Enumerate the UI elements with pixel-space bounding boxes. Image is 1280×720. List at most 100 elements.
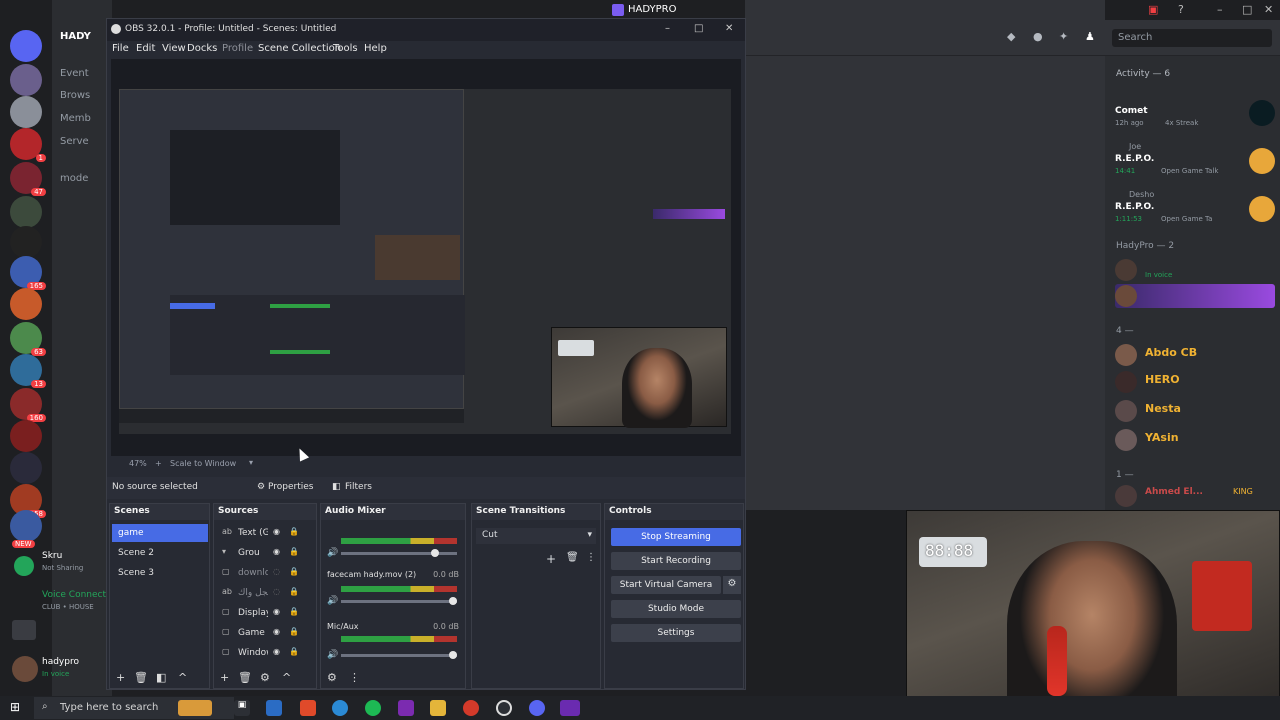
source-item[interactable]: abText (GD◉🔒 <box>216 524 316 542</box>
speaker-icon[interactable]: 🔊 <box>327 650 338 660</box>
start-recording-button[interactable]: Start Recording <box>611 552 741 570</box>
eye-icon[interactable]: ◉ <box>273 547 280 556</box>
menu-view[interactable]: View <box>162 43 186 54</box>
premiere-icon[interactable] <box>398 700 414 716</box>
menu-docks[interactable]: Docks <box>187 43 217 54</box>
trash-icon[interactable]: 🗑 <box>566 552 579 563</box>
volume-slider[interactable] <box>341 651 457 659</box>
source-item[interactable]: abسجل واك◌🔒 <box>216 584 316 602</box>
filter-icon[interactable]: ◧ <box>156 671 166 684</box>
brave-icon[interactable] <box>300 700 316 716</box>
gear-icon[interactable]: ⚙ <box>327 671 337 684</box>
chevron-up-icon[interactable]: ^ <box>178 671 187 684</box>
source-item[interactable]: ▢downloa◌🔒 <box>216 564 316 582</box>
channel-item[interactable]: Brows <box>60 90 90 101</box>
speaker-icon[interactable]: 🔊 <box>327 548 338 558</box>
studio-mode-button[interactable]: Studio Mode <box>611 600 741 618</box>
settings-button[interactable]: Settings <box>611 624 741 642</box>
eye-icon[interactable]: ◉ <box>273 647 280 656</box>
source-item[interactable]: ▢Game C◉🔒 <box>216 624 316 642</box>
server-icon[interactable]: 63 <box>10 322 46 356</box>
server-icon[interactable]: 47 <box>10 162 46 196</box>
file-explorer-icon[interactable] <box>430 700 446 716</box>
source-item[interactable]: ▢Display C◉🔒 <box>216 604 316 622</box>
server-icon[interactable] <box>10 196 42 228</box>
add-icon[interactable]: + <box>546 552 556 566</box>
filters-button[interactable]: Filters <box>345 482 372 492</box>
volume-knob[interactable] <box>449 651 457 659</box>
channel-item[interactable]: mode <box>60 173 88 184</box>
lock-icon[interactable]: 🔒 <box>289 547 299 556</box>
server-icon[interactable] <box>10 96 42 128</box>
volume-knob[interactable] <box>449 597 457 605</box>
properties-button[interactable]: Properties <box>268 482 313 492</box>
eye-hidden-icon[interactable]: ◌ <box>273 587 280 596</box>
menu-scene-collection[interactable]: Scene Collection <box>258 43 341 54</box>
chevron-up-icon[interactable]: ^ <box>282 671 291 684</box>
discord-taskbar-icon[interactable] <box>529 700 545 716</box>
volume-knob[interactable] <box>431 549 439 557</box>
stop-streaming-button[interactable]: Stop Streaming <box>611 528 741 546</box>
spotify-icon[interactable] <box>365 700 381 716</box>
filter-icon[interactable]: ◧ <box>332 482 341 492</box>
gear-icon[interactable]: ⚙ <box>260 671 270 684</box>
lock-icon[interactable]: 🔒 <box>289 627 299 636</box>
browser-icon[interactable] <box>332 700 348 716</box>
lock-icon[interactable]: 🔒 <box>289 647 299 656</box>
zoom-level[interactable]: 47% <box>129 459 147 468</box>
lock-icon[interactable]: 🔒 <box>289 607 299 616</box>
bell-icon[interactable]: ● <box>1033 30 1043 43</box>
task-view-icon[interactable]: ▣ <box>234 700 250 716</box>
server-icon[interactable] <box>10 420 42 452</box>
menu-icon[interactable]: ⋮ <box>586 552 596 563</box>
scale-mode[interactable]: Scale to Window <box>170 459 236 468</box>
server-icon[interactable]: 160 <box>10 388 46 422</box>
scene-item[interactable]: Scene 2 <box>112 544 208 562</box>
trash-icon[interactable]: 🗑 <box>134 671 148 684</box>
server-icon[interactable] <box>10 64 42 96</box>
chevron-down-icon[interactable]: ▾ <box>587 530 592 540</box>
eye-hidden-icon[interactable]: ◌ <box>273 567 280 576</box>
channel-item[interactable]: Serve <box>60 136 89 147</box>
minimize-icon[interactable]: – <box>1217 3 1223 16</box>
menu-profile[interactable]: Profile <box>222 43 253 54</box>
eye-icon[interactable]: ◉ <box>273 607 280 616</box>
server-icon[interactable] <box>10 452 42 484</box>
server-icon-home[interactable] <box>10 30 42 62</box>
menu-icon[interactable]: ⋮ <box>349 671 360 684</box>
avatar[interactable] <box>12 656 38 682</box>
server-name[interactable]: HADY <box>60 31 91 42</box>
menu-edit[interactable]: Edit <box>136 43 155 54</box>
lock-icon[interactable]: 🔒 <box>289 587 299 596</box>
help-icon[interactable]: ? <box>1178 3 1184 16</box>
member-item-highlighted[interactable] <box>1115 284 1275 308</box>
windows-start-icon[interactable]: ⊞ <box>10 700 20 714</box>
volume-slider[interactable] <box>341 549 457 557</box>
add-icon[interactable]: + <box>116 671 125 684</box>
scene-item[interactable]: Scene 3 <box>112 564 208 582</box>
lock-icon[interactable]: 🔒 <box>289 527 299 536</box>
close-icon[interactable]: ✕ <box>1264 3 1273 16</box>
menu-file[interactable]: File <box>112 43 129 54</box>
channel-item[interactable]: Event <box>60 68 89 79</box>
eye-icon[interactable]: ◉ <box>273 527 280 536</box>
server-icon[interactable]: 13 <box>10 354 46 388</box>
channel-item[interactable]: Memb <box>60 113 91 124</box>
chevron-down-icon[interactable]: ▾ <box>249 458 253 467</box>
server-icon[interactable] <box>10 288 42 320</box>
source-item[interactable]: ▾ Grou ◉ 🔒 <box>216 544 316 562</box>
zoom-in-icon[interactable]: + <box>155 459 162 468</box>
gear-icon[interactable]: ⚙ <box>257 482 265 492</box>
search-input[interactable]: Search <box>1112 29 1272 47</box>
lock-icon[interactable]: 🔒 <box>289 567 299 576</box>
server-icon[interactable]: 165 <box>10 256 46 290</box>
minimize-icon[interactable]: – <box>665 23 670 34</box>
source-item[interactable]: ▢Window◉🔒 <box>216 644 316 662</box>
app-taskbar-icon[interactable] <box>560 700 580 716</box>
speaker-icon[interactable]: 🔊 <box>327 596 338 606</box>
inbox-icon[interactable]: ▣ <box>1148 3 1158 16</box>
chrome-icon[interactable] <box>463 700 479 716</box>
eye-icon[interactable]: ◉ <box>273 627 280 636</box>
server-icon[interactable] <box>10 226 42 258</box>
server-icon[interactable]: NEW <box>10 510 42 548</box>
